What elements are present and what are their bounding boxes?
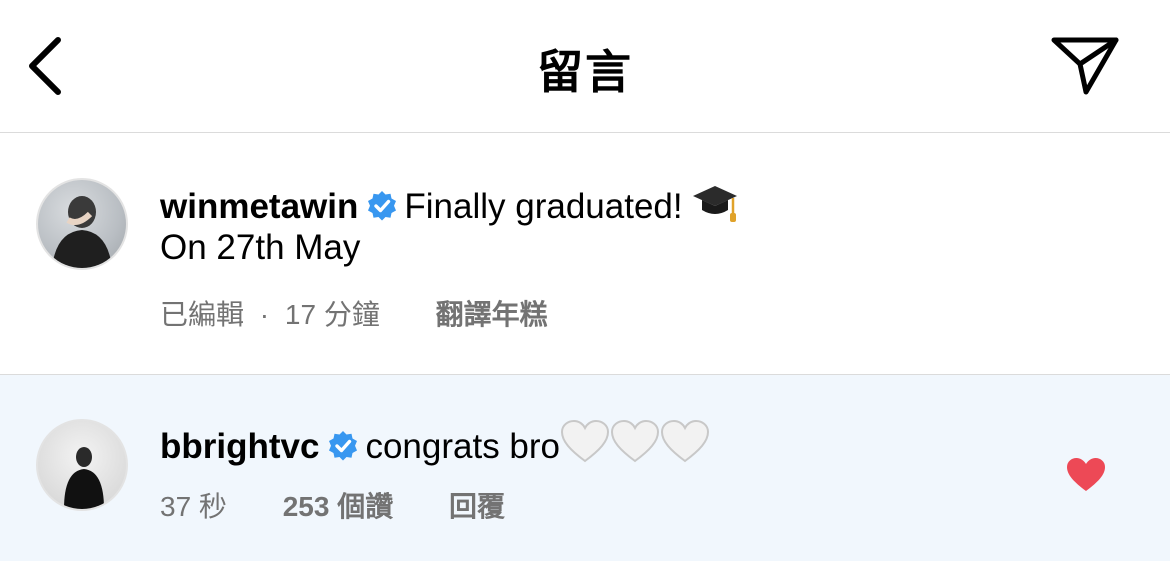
translate-button[interactable]: 翻譯年糕 <box>436 293 548 333</box>
post-meta: 已編輯 · 17 分鐘 翻譯年糕 <box>160 293 548 333</box>
meta-separator: · <box>259 299 270 330</box>
paper-plane-icon <box>1051 37 1119 95</box>
post-time: 17 分鐘 <box>284 299 380 330</box>
white-heart-icon <box>561 420 610 463</box>
caption-text-line2: On 27th May <box>160 228 361 267</box>
comment-row: bbrightvc congrats bro 37 秒 253 個讚 回覆 <box>0 374 1170 561</box>
likes-count[interactable]: 253 個讚 <box>283 485 394 525</box>
verified-badge-icon <box>329 431 358 461</box>
profile-photo <box>52 196 112 268</box>
graduation-cap-icon <box>693 186 738 222</box>
comment-time: 37 秒 <box>160 491 227 522</box>
page-title: 留言 <box>537 46 633 98</box>
edited-label: 已編輯 <box>160 299 245 330</box>
avatar[interactable] <box>36 419 128 511</box>
top-bar: 留言 <box>0 0 1170 132</box>
profile-photo <box>64 447 104 509</box>
white-heart-icon <box>611 420 660 463</box>
share-button[interactable] <box>1050 34 1122 98</box>
avatar[interactable] <box>36 178 128 270</box>
comment-username[interactable]: bbrightvc <box>160 427 319 466</box>
caption-text: Finally graduated! <box>404 187 683 226</box>
verified-badge-icon <box>368 191 397 221</box>
heart-filled-icon <box>1067 458 1105 491</box>
like-button[interactable] <box>1066 457 1106 493</box>
comment-meta: 37 秒 253 個讚 回覆 <box>160 485 505 525</box>
white-heart-icon <box>661 420 710 463</box>
post-username[interactable]: winmetawin <box>160 187 358 226</box>
post-caption: winmetawin Finally graduated! On 27th Ma… <box>0 133 1170 373</box>
comment-text: congrats bro <box>365 427 561 466</box>
reply-button[interactable]: 回覆 <box>449 485 505 525</box>
